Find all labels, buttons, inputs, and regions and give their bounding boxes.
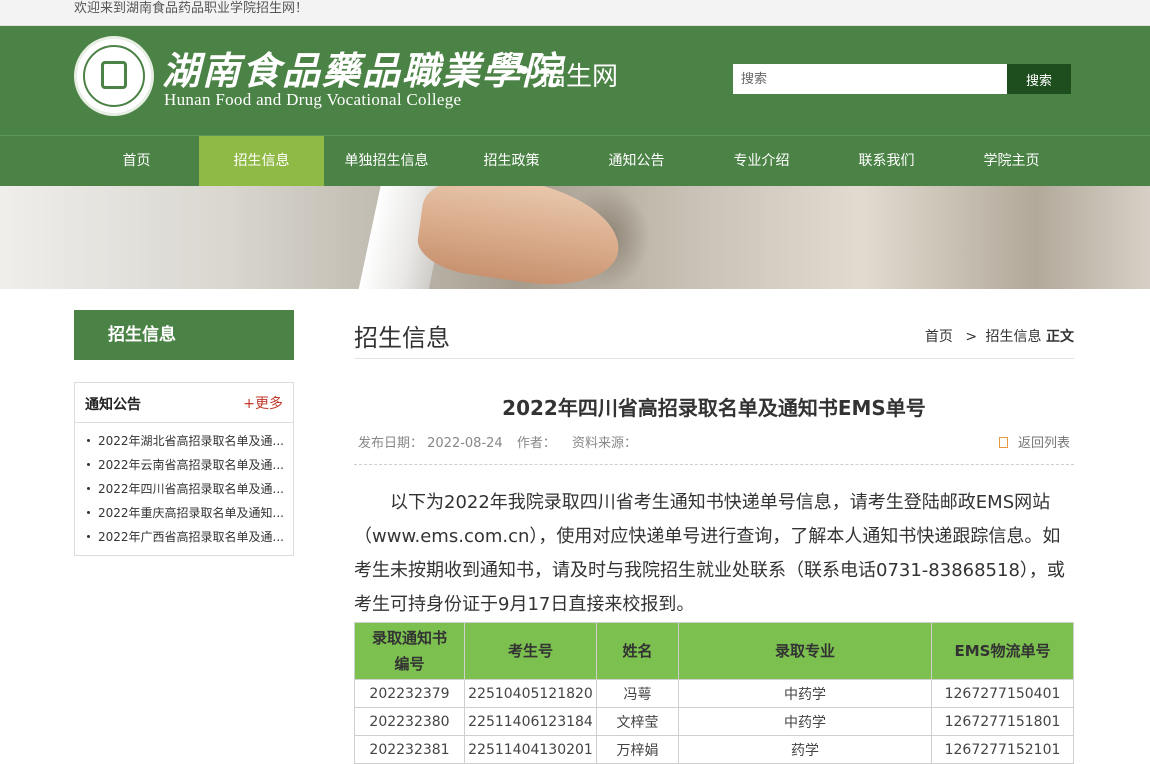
table-row: 202232380 22511406123184 文梓莹 中药学 1267277… <box>354 707 1074 736</box>
nav-item-college-home[interactable]: 学院主页 <box>949 136 1074 186</box>
bullet-icon <box>87 487 90 490</box>
article-body: 以下为2022年我院录取四川省考生通知书快递单号信息，请考生登陆邮政EMS网站（… <box>354 486 1076 622</box>
notice-item[interactable]: 2022年重庆高招录取名单及通知... <box>75 501 283 525</box>
cell-ems-number: 1267277150401 <box>931 679 1074 708</box>
nav-item-independent-admission[interactable]: 单独招生信息 <box>324 136 449 186</box>
notice-item[interactable]: 2022年湖北省高招录取名单及通... <box>75 429 283 453</box>
cell-major: 中药学 <box>678 679 932 708</box>
notice-item-text[interactable]: 2022年广西省高招录取名单及通... <box>87 530 283 544</box>
emblem-core <box>101 61 127 89</box>
article-body-text: 以下为2022年我院录取四川省考生通知书快递单号信息，请考生登陆邮政EMS网站（… <box>354 492 1065 615</box>
cell-exam-number: 22510405121820 <box>464 679 597 708</box>
notice-panel: 通知公告 +更多 2022年湖北省高招录取名单及通... 2022年云南省高招录… <box>74 382 294 556</box>
search-button[interactable]: 搜索 <box>1007 64 1071 94</box>
col-notice-number-label: 录取通知书编号 <box>371 629 447 673</box>
page-title: 招生信息 <box>354 324 450 352</box>
notice-more-link[interactable]: +更多 <box>243 393 283 413</box>
notice-item-text[interactable]: 2022年四川省高招录取名单及通... <box>87 482 283 496</box>
cell-notice-number: 202232379 <box>354 679 465 708</box>
logo-suffix[interactable]: 招生网 <box>540 56 618 93</box>
author-label: 作者： <box>516 436 556 451</box>
sidebar-title: 招生信息 <box>74 310 294 360</box>
document-icon <box>998 437 1008 448</box>
logo-english-name: Hunan Food and Drug Vocational College <box>164 90 462 109</box>
handshake-banner <box>0 186 1150 289</box>
nav-item-contact[interactable]: 联系我们 <box>824 136 949 186</box>
article-meta: 发布日期： 2022-08-24 作者： 资料来源： <box>358 432 645 451</box>
notice-item[interactable]: 2022年广西省高招录取名单及通... <box>75 525 283 549</box>
college-emblem-icon[interactable] <box>74 36 154 116</box>
notice-list: 2022年湖北省高招录取名单及通... 2022年云南省高招录取名单及通... … <box>75 423 293 549</box>
admission-table: 录取通知书编号 考生号 姓名 录取专业 EMS物流单号 202232379 22… <box>354 622 1074 764</box>
main-nav: 首页 招生信息 单独招生信息 招生政策 通知公告 专业介绍 联系我们 学院主页 <box>0 136 1150 186</box>
breadcrumb-section[interactable]: 招生信息 <box>986 329 1042 345</box>
col-major: 录取专业 <box>678 622 932 680</box>
bullet-icon <box>87 463 90 466</box>
nav-item-home[interactable]: 首页 <box>74 136 199 186</box>
col-notice-number: 录取通知书编号 <box>354 622 465 680</box>
bullet-icon <box>87 439 90 442</box>
welcome-text: 欢迎来到湖南食品药品职业学院招生网！ <box>74 1 309 16</box>
col-name: 姓名 <box>596 622 679 680</box>
col-exam-number: 考生号 <box>464 622 597 680</box>
col-ems-number: EMS物流单号 <box>931 622 1074 680</box>
notice-title: 通知公告 <box>85 397 141 413</box>
back-label[interactable]: 返回列表 <box>1018 436 1070 451</box>
notice-item[interactable]: 2022年云南省高招录取名单及通... <box>75 453 283 477</box>
nav-item-majors[interactable]: 专业介绍 <box>699 136 824 186</box>
breadcrumb-separator: > <box>965 329 978 345</box>
notice-item-text[interactable]: 2022年云南省高招录取名单及通... <box>87 458 283 472</box>
table-header-row: 录取通知书编号 考生号 姓名 录取专业 EMS物流单号 <box>354 622 1074 680</box>
nav-item-admission-policy[interactable]: 招生政策 <box>449 136 574 186</box>
notice-item[interactable]: 2022年四川省高招录取名单及通... <box>75 477 283 501</box>
back-to-list-link[interactable]: 返回列表 <box>998 432 1070 451</box>
search-input[interactable] <box>733 64 1007 94</box>
cell-ems-number: 1267277151801 <box>931 707 1074 736</box>
table-row: 202232379 22510405121820 冯萼 中药学 12672771… <box>354 679 1074 708</box>
publish-date: 发布日期： 2022-08-24 <box>358 436 503 451</box>
notice-item-text[interactable]: 2022年重庆高招录取名单及通知... <box>87 506 283 520</box>
cell-major: 中药学 <box>678 707 932 736</box>
breadcrumb-current: 正文 <box>1046 329 1074 345</box>
notice-header: 通知公告 +更多 <box>75 383 293 423</box>
logo-chinese-name[interactable]: 湖南食品藥品職業學院 <box>162 40 562 95</box>
breadcrumb: 首页 > 招生信息 正文 <box>925 326 1074 346</box>
nav-item-notices[interactable]: 通知公告 <box>574 136 699 186</box>
cell-notice-number: 202232380 <box>354 707 465 736</box>
dashed-divider <box>354 464 1074 465</box>
site-header: 湖南食品藥品職業學院 招生网 Hunan Food and Drug Vocat… <box>0 26 1150 136</box>
cell-name: 文梓莹 <box>596 707 679 736</box>
top-bar: 欢迎来到湖南食品药品职业学院招生网！ <box>0 0 1150 26</box>
notice-item-text[interactable]: 2022年湖北省高招录取名单及通... <box>87 434 283 448</box>
cell-name: 冯萼 <box>596 679 679 708</box>
divider <box>354 358 1074 359</box>
nav-item-admission-info[interactable]: 招生信息 <box>199 136 324 186</box>
breadcrumb-home[interactable]: 首页 <box>925 329 953 345</box>
cell-exam-number: 22511406123184 <box>464 707 597 736</box>
source-label: 资料来源： <box>571 436 637 451</box>
bullet-icon <box>87 511 90 514</box>
article-title: 2022年四川省高招录取名单及通知书EMS单号 <box>502 396 926 420</box>
logo-dot <box>520 66 528 74</box>
bullet-icon <box>87 535 90 538</box>
